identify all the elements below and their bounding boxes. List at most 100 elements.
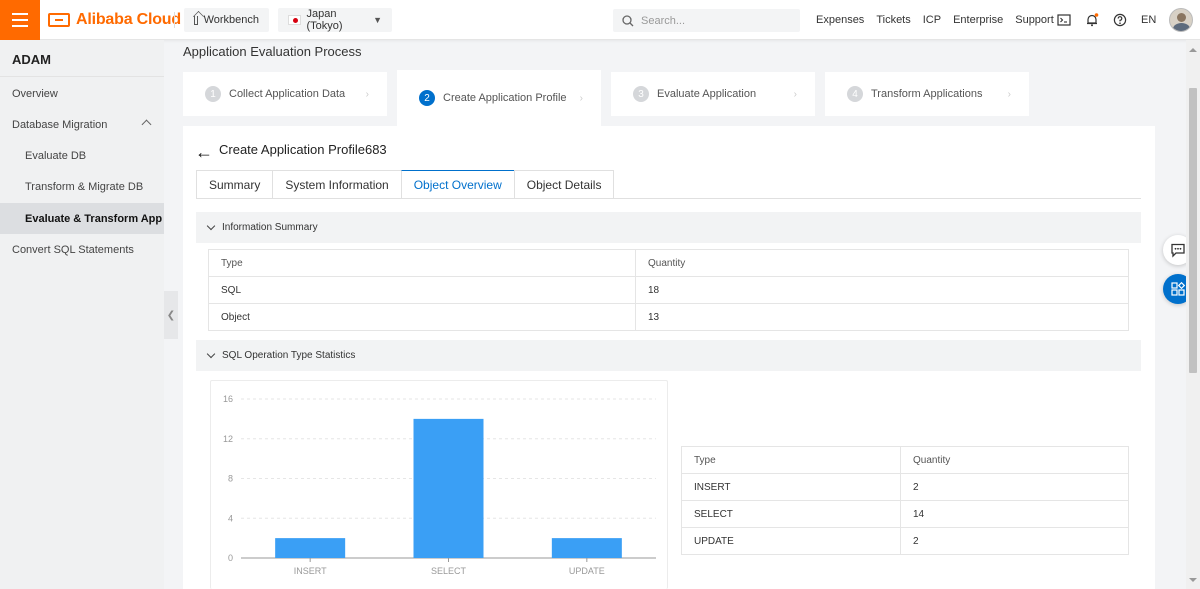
chevron-up-icon	[141, 119, 152, 130]
profile-title: Create Application Profile683	[219, 142, 387, 157]
chevron-right-icon: ›	[579, 93, 583, 104]
table-cell: 2	[900, 527, 1129, 555]
step-create-profile[interactable]: 2 Create Application Profile ›	[397, 70, 601, 126]
step-number: 1	[205, 86, 221, 102]
x-tick-label: INSERT	[294, 566, 327, 576]
table-cell: 2	[900, 473, 1129, 501]
alibaba-cloud-logo-icon	[48, 13, 70, 27]
sql-operation-stats-header[interactable]: SQL Operation Type Statistics	[196, 340, 1141, 371]
step-number: 4	[847, 86, 863, 102]
help-icon[interactable]	[1113, 13, 1127, 27]
search-icon	[622, 14, 634, 26]
page-scrollbar[interactable]	[1186, 40, 1200, 589]
table-cell: SQL	[208, 276, 636, 304]
bell-icon[interactable]	[1085, 13, 1099, 27]
tabs-divider	[196, 198, 1141, 199]
sql-operation-table: Type Quantity INSERT 2 SELECT 14 UPDATE …	[681, 446, 1129, 555]
avatar[interactable]	[1169, 8, 1193, 32]
tab-object-overview[interactable]: Object Overview	[400, 170, 514, 199]
brand-name: Alibaba Cloud	[76, 11, 181, 28]
nav-enterprise[interactable]: Enterprise	[953, 14, 1003, 26]
step-label: Transform Applications	[871, 88, 983, 100]
table-cell: INSERT	[681, 473, 901, 501]
chat-icon	[1171, 243, 1185, 258]
nav-icp[interactable]: ICP	[923, 14, 941, 26]
chevron-right-icon: ›	[793, 89, 797, 100]
bar-chart: 0 4 8 12 16 INSERT SELECT UPDATE	[223, 394, 656, 576]
step-transform-apps[interactable]: 4 Transform Applications ›	[825, 72, 1029, 116]
scroll-thumb[interactable]	[1189, 88, 1197, 373]
table-row: Object 13	[208, 303, 1129, 331]
sidebar-item-database-migration[interactable]: Database Migration	[0, 109, 164, 140]
x-tick-label: UPDATE	[569, 566, 605, 576]
chevron-down-icon: ▼	[373, 15, 382, 25]
sidebar-item-evaluate-db[interactable]: Evaluate DB	[0, 140, 164, 171]
bar-update	[551, 538, 622, 558]
search-input[interactable]	[641, 14, 791, 27]
column-header: Type	[681, 446, 901, 474]
search-box[interactable]	[613, 9, 800, 32]
sidebar-item-label: Database Migration	[12, 118, 108, 131]
nav-tickets[interactable]: Tickets	[876, 14, 910, 26]
sidebar-item-label: Evaluate DB	[25, 149, 87, 162]
table-header-row: Type Quantity	[208, 249, 1129, 277]
top-bar: Alibaba Cloud Workbench Japan (Tokyo) ▼ …	[0, 0, 1200, 40]
sidebar-item-label: Convert SQL Statements	[12, 243, 134, 256]
sidebar-item-convert-sql[interactable]: Convert SQL Statements	[0, 234, 164, 265]
column-header: Quantity	[635, 249, 1129, 277]
table-row: SQL 18	[208, 276, 1129, 304]
sidebar-item-label: Transform & Migrate DB	[25, 180, 144, 193]
sql-operation-chart: 0 4 8 12 16 INSERT SELECT UPDATE	[210, 380, 668, 589]
back-arrow-icon[interactable]: ←	[195, 143, 213, 161]
section-title: SQL Operation Type Statistics	[222, 350, 356, 361]
tab-summary[interactable]: Summary	[196, 170, 273, 199]
sidebar-item-overview[interactable]: Overview	[0, 78, 164, 109]
step-collect-data[interactable]: 1 Collect Application Data ›	[183, 72, 387, 116]
step-label: Collect Application Data	[229, 88, 346, 100]
y-tick-label: 8	[228, 474, 233, 484]
workbench-button[interactable]: Workbench	[184, 8, 269, 32]
sidebar-item-evaluate-transform-app[interactable]: Evaluate & Transform App	[0, 203, 164, 234]
bar-select	[413, 418, 484, 558]
tab-system-information[interactable]: System Information	[272, 170, 401, 199]
column-header: Type	[208, 249, 636, 277]
sidebar-item-transform-migrate-db[interactable]: Transform & Migrate DB	[0, 171, 164, 202]
scroll-up-icon[interactable]	[1189, 48, 1197, 52]
brand-logo[interactable]: Alibaba Cloud	[48, 10, 181, 30]
nav-support[interactable]: Support	[1015, 14, 1054, 26]
terminal-icon[interactable]	[1057, 13, 1071, 27]
divider	[0, 76, 164, 77]
japan-flag-icon	[288, 15, 301, 25]
y-tick-label: 0	[228, 553, 233, 563]
section-title: Information Summary	[222, 222, 318, 233]
scroll-down-icon[interactable]	[1189, 578, 1197, 582]
table-cell: 13	[635, 303, 1129, 331]
x-tick-label: SELECT	[431, 566, 467, 576]
region-selector[interactable]: Japan (Tokyo) ▼	[278, 8, 392, 32]
chevron-left-icon: ❮	[166, 309, 176, 321]
information-summary-header[interactable]: Information Summary	[196, 212, 1141, 243]
y-tick-label: 12	[223, 434, 233, 444]
step-evaluate-app[interactable]: 3 Evaluate Application ›	[611, 72, 815, 116]
language-switch[interactable]: EN	[1141, 14, 1156, 26]
profile-panel: ← Create Application Profile683 Summary …	[183, 126, 1155, 589]
sidebar-collapse-handle[interactable]: ❮	[164, 291, 178, 339]
chevron-down-icon	[206, 221, 216, 231]
step-number: 2	[419, 90, 435, 106]
sidebar-title: ADAM	[12, 52, 51, 67]
table-cell: SELECT	[681, 500, 901, 528]
table-cell: Object	[208, 303, 636, 331]
menu-icon[interactable]	[0, 0, 40, 40]
step-label: Create Application Profile	[443, 92, 567, 104]
table-cell: 18	[635, 276, 1129, 304]
table-cell: 14	[900, 500, 1129, 528]
y-tick-label: 4	[228, 513, 233, 523]
bar-insert	[275, 538, 346, 558]
top-nav: Expenses Tickets ICP Enterprise Support	[816, 0, 1066, 40]
chevron-right-icon: ›	[365, 89, 369, 100]
region-label: Japan (Tokyo)	[306, 8, 343, 32]
nav-expenses[interactable]: Expenses	[816, 14, 864, 26]
table-row: UPDATE 2	[681, 527, 1129, 555]
step-label: Evaluate Application	[657, 88, 757, 100]
tab-object-details[interactable]: Object Details	[513, 170, 615, 199]
